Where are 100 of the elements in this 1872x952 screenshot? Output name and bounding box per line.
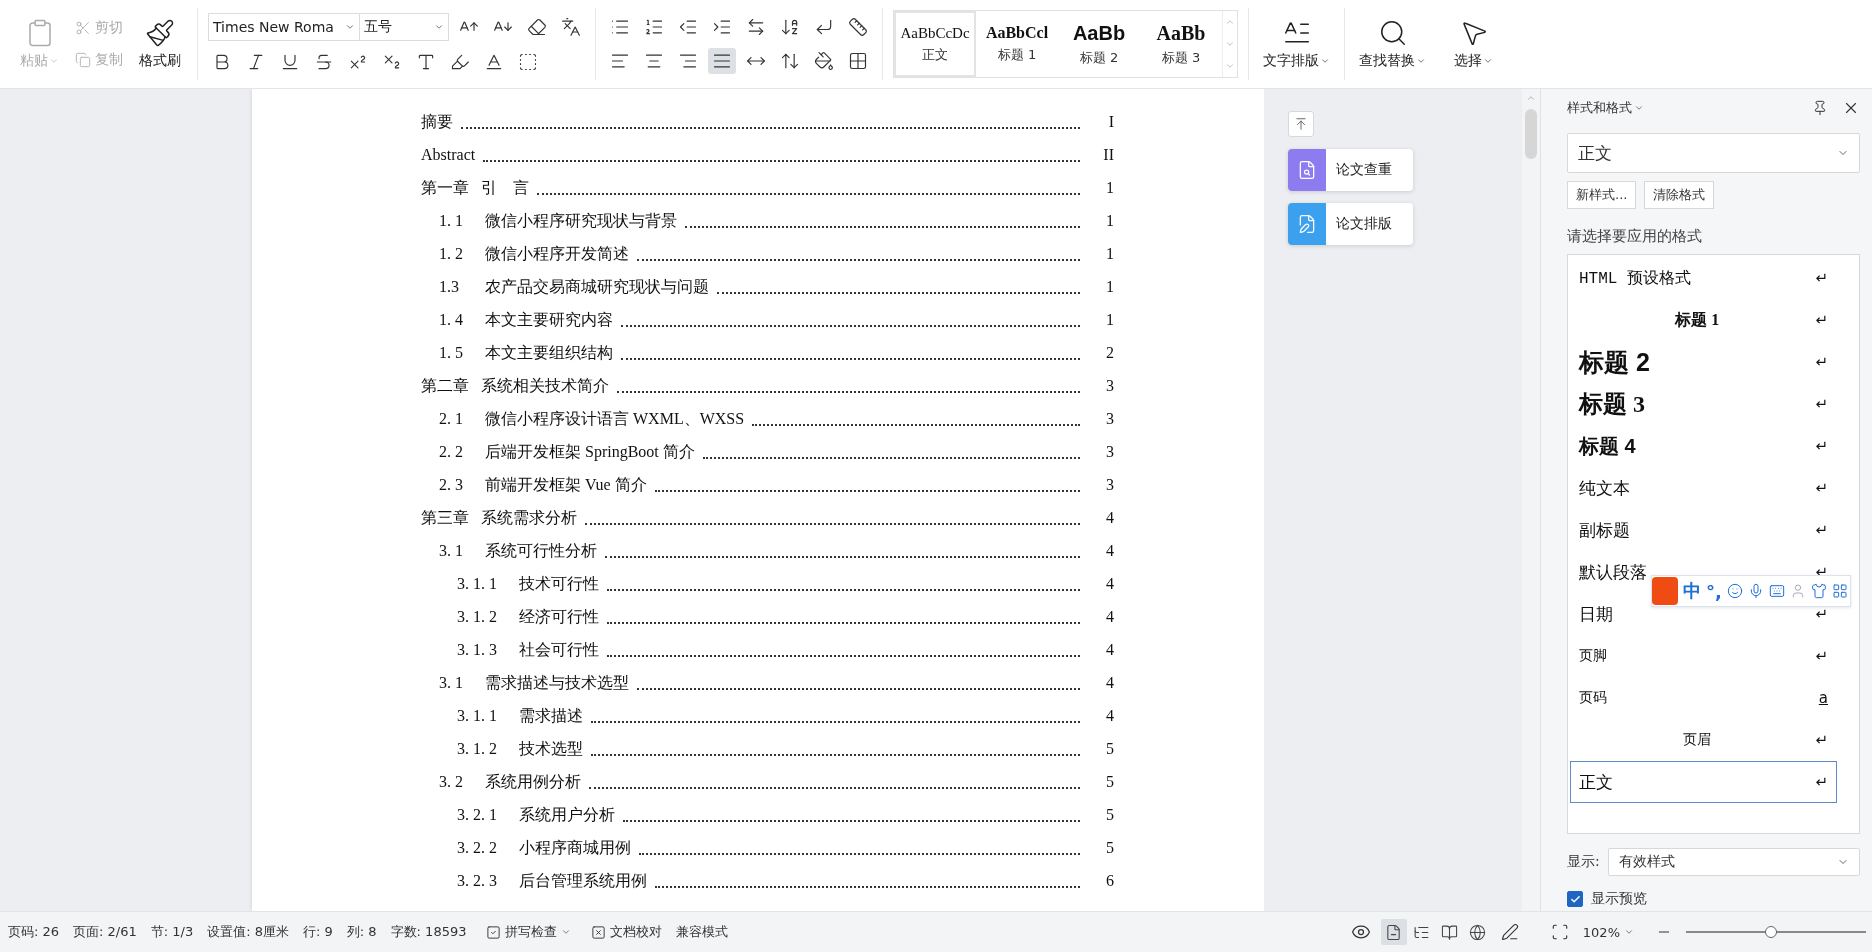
style-list-item[interactable]: 标题 1 ↵ — [1570, 299, 1837, 341]
proofread-button[interactable]: 文档校对 — [585, 921, 669, 943]
spell-check-button[interactable]: 拼写检查 — [480, 921, 578, 943]
toc-page-number: 4 — [1105, 607, 1114, 627]
toc-title: 社会可行性 — [519, 640, 599, 660]
toc-number: 3. 1 — [439, 541, 464, 561]
status-item: 行: 9 — [303, 923, 333, 941]
style-list-item[interactable]: 正文 ↵ — [1570, 761, 1837, 803]
find-replace-button[interactable]: 查找替换 — [1353, 14, 1432, 74]
toc-number: 1. 5 — [439, 343, 464, 363]
toc-title: 技术选型 — [519, 739, 583, 759]
toc-number: 1. 4 — [439, 310, 464, 330]
toc-page-number: 3 — [1105, 475, 1114, 495]
toc-page-number: 5 — [1105, 838, 1114, 858]
toc-title: 系统相关技术简介 — [481, 376, 609, 396]
toc-page-number: I — [1107, 112, 1114, 132]
toc-page-number: 2 — [1105, 343, 1114, 363]
show-select[interactable]: 有效样式 — [1607, 848, 1860, 876]
panel-title[interactable]: 样式和格式 — [1567, 99, 1644, 117]
toc-title: 前端开发框架 Vue 简介 — [485, 475, 647, 495]
toc-title: 系统需求分析 — [481, 508, 577, 528]
side-tool-button[interactable]: 论文排版 — [1288, 203, 1413, 245]
toc-title: 本文主要研究内容 — [485, 310, 613, 330]
toc-number: 1.3 — [439, 277, 460, 297]
side-tool-button[interactable]: 论文查重 — [1288, 149, 1413, 191]
style-preset[interactable]: AaBbCcDc 正文 — [894, 11, 976, 77]
status-item: 节: 1/3 — [150, 923, 194, 941]
toc-number: 2. 1 — [439, 409, 464, 429]
compat-mode-label: 兼容模式 — [676, 923, 729, 941]
status-item: 设置值: 8厘米 — [207, 923, 289, 941]
toc-number: 2. 2 — [439, 442, 464, 462]
toc-page-number: 6 — [1105, 871, 1114, 891]
input-mode[interactable]: 中 — [1683, 579, 1701, 603]
style-list-item[interactable]: 页眉 ↵ — [1570, 719, 1837, 761]
format-painter-button[interactable]: 格式刷 — [133, 14, 187, 74]
toc-number: 3. 1. 2 — [457, 607, 498, 627]
style-list-item[interactable]: 纯文本 ↵ — [1570, 467, 1837, 509]
toc-page-number: 1 — [1105, 244, 1114, 264]
style-list-item[interactable]: HTML 预设格式 ↵ — [1570, 257, 1837, 299]
toc-page-number: 1 — [1105, 310, 1114, 330]
toc-title: 需求描述与技术选型 — [485, 673, 629, 693]
style-list-item[interactable]: 页脚 ↵ — [1570, 635, 1837, 677]
toc-title: 系统用户分析 — [519, 805, 615, 825]
toc-page-number: 1 — [1105, 277, 1114, 297]
toc-title: 需求描述 — [519, 706, 583, 726]
toc-title: 农产品交易商城研究现状与问题 — [485, 277, 709, 297]
toc-page-number: 1 — [1105, 211, 1114, 231]
section-label: 请选择要应用的格式 — [1567, 227, 1703, 246]
toc-number: 第三章 — [421, 508, 469, 528]
status-item: 页面: 2/61 — [73, 923, 137, 941]
toc-page-number: 5 — [1105, 805, 1114, 825]
zoom-level-button[interactable]: 102% — [1576, 922, 1640, 942]
style-list-item[interactable]: 页码 a — [1570, 677, 1837, 719]
status-item: 页码: 26 — [8, 923, 60, 941]
toc-title: Abstract — [421, 145, 476, 165]
status-item: 字数: 18593 — [390, 923, 467, 941]
toc-number: 3. 2. 3 — [457, 871, 498, 891]
show-label: 显示: — [1567, 853, 1600, 871]
toc-number: 3. 2. 2 — [457, 838, 498, 858]
toc-page-number: 1 — [1105, 178, 1114, 198]
toc-title: 微信小程序设计语言 WXML、WXSS — [485, 409, 745, 429]
toc-page-number: 4 — [1105, 508, 1114, 528]
toc-number: 3. 1. 2 — [457, 739, 498, 759]
style-select[interactable]: 正文 — [1567, 133, 1860, 173]
style-list-item[interactable]: 标题 2 ↵ — [1570, 341, 1837, 383]
toc-number: 3. 1. 1 — [457, 706, 498, 726]
clear-format-button[interactable]: 清除格式 — [1644, 181, 1715, 209]
toc-title: 经济可行性 — [519, 607, 599, 627]
text-layout-button[interactable]: 文字排版 — [1257, 14, 1336, 74]
toc-title: 本文主要组织结构 — [485, 343, 613, 363]
toc-number: 3. 2. 1 — [457, 805, 498, 825]
toc-title: 小程序商城用例 — [519, 838, 631, 858]
toc-title: 后端开发框架 SpringBoot 简介 — [485, 442, 695, 463]
toc-number: 3. 1. 3 — [457, 640, 498, 660]
style-list-item[interactable]: 标题 4 ↵ — [1570, 425, 1837, 467]
checkbox-label: 显示预览 — [1591, 890, 1647, 908]
toc-number: 第一章 — [421, 178, 469, 198]
toc-page-number: 4 — [1105, 640, 1114, 660]
toc-number: 1. 2 — [439, 244, 464, 264]
toc-page-number: 3 — [1105, 409, 1114, 429]
style-list-item[interactable]: 标题 3 ↵ — [1570, 383, 1837, 425]
toc-page-number: 4 — [1105, 541, 1114, 561]
toc-number: 3. 1 — [439, 673, 464, 693]
status-item: 列: 8 — [346, 923, 377, 941]
toc-page-number: 3 — [1105, 442, 1114, 462]
select-button[interactable]: 选择 — [1448, 14, 1499, 74]
toc-title: 后台管理系统用例 — [519, 871, 647, 891]
toc-title: 系统用例分析 — [485, 772, 581, 792]
toc-page-number: 5 — [1105, 772, 1114, 792]
toc-number: 1. 1 — [439, 211, 464, 231]
toc-number: 3. 1. 1 — [457, 574, 498, 594]
toc-title: 微信小程序开发简述 — [485, 244, 629, 264]
toc-page-number: 3 — [1105, 376, 1114, 396]
toc-page-number: 5 — [1105, 739, 1114, 759]
toc-page-number: 4 — [1105, 574, 1114, 594]
toc-title: 微信小程序研究现状与背景 — [485, 211, 677, 231]
toc-number: 第二章 — [421, 376, 469, 396]
style-list-item[interactable]: 副标题 ↵ — [1570, 509, 1837, 551]
new-style-button[interactable]: 新样式... — [1567, 181, 1637, 209]
punctuation-mode[interactable]: °, — [1706, 580, 1722, 602]
